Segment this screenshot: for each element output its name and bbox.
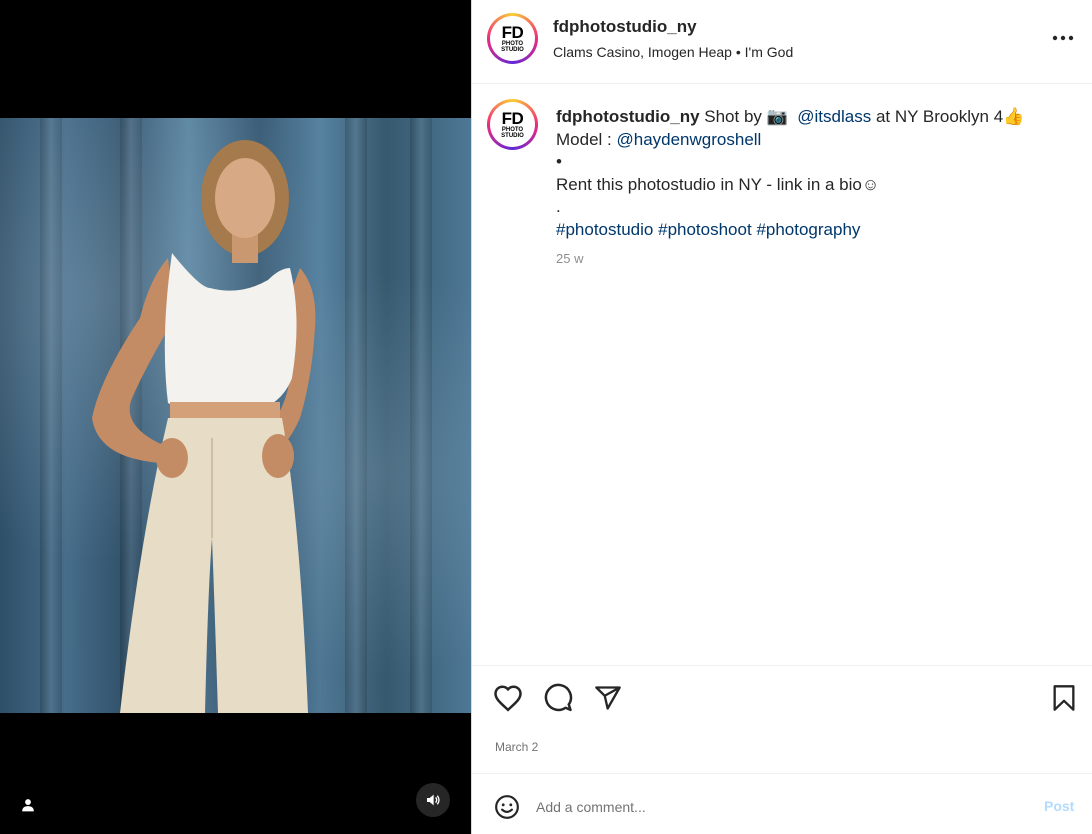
comment-icon bbox=[544, 683, 573, 712]
more-options-button[interactable] bbox=[1048, 26, 1078, 50]
caption-timestamp[interactable]: 25 w bbox=[556, 251, 583, 266]
user-icon bbox=[22, 799, 34, 812]
comment-form: Post bbox=[472, 773, 1092, 834]
post-photo[interactable] bbox=[0, 118, 471, 713]
paper-plane-icon bbox=[595, 686, 621, 710]
hashtag-link[interactable]: #photoshoot bbox=[658, 220, 752, 239]
caption-text-segment: Shot by bbox=[699, 107, 767, 126]
caption-username[interactable]: fdphotostudio_ny bbox=[556, 107, 700, 126]
caption-text-line: Rent this photostudio in NY - link in a … bbox=[556, 174, 880, 194]
caption-text-segment: Model : bbox=[556, 129, 617, 149]
like-button[interactable] bbox=[492, 682, 524, 714]
camera-icon: 📷 bbox=[766, 107, 788, 126]
mention-link[interactable]: @haydenwgroshell bbox=[616, 130, 761, 149]
bookmark-icon bbox=[1053, 685, 1075, 711]
studio-logo: FD PHOTO STUDIO bbox=[492, 18, 533, 59]
audio-toggle-button[interactable] bbox=[416, 783, 450, 817]
caption-avatar[interactable]: FD PHOTO STUDIO bbox=[487, 99, 538, 150]
emoji-button[interactable] bbox=[494, 794, 520, 820]
avatar[interactable]: FD PHOTO STUDIO bbox=[487, 13, 538, 64]
caption-text: fdphotostudio_ny Shot by 📷 @itsdlass at … bbox=[556, 106, 1076, 241]
more-horizontal-icon bbox=[1052, 35, 1074, 41]
hashtag-link[interactable]: #photography bbox=[756, 220, 860, 239]
caption-text-segment: at NY Brooklyn 4👍 bbox=[871, 107, 1025, 126]
comment-button[interactable] bbox=[542, 682, 574, 714]
model-figure bbox=[92, 140, 316, 713]
comment-input[interactable] bbox=[536, 796, 1016, 818]
post-date[interactable]: March 2 bbox=[495, 740, 538, 754]
tagged-users-button[interactable] bbox=[11, 788, 45, 822]
username-link[interactable]: fdphotostudio_ny bbox=[553, 17, 697, 37]
caption-dot: . bbox=[556, 197, 561, 216]
post-side-panel: FD PHOTO STUDIO fdphotostudio_ny Clams C… bbox=[471, 0, 1092, 834]
action-bar: March 2 bbox=[472, 665, 1092, 773]
post-comment-button[interactable]: Post bbox=[1044, 798, 1074, 814]
audio-track-link[interactable]: Clams Casino, Imogen Heap • I'm God bbox=[553, 44, 793, 60]
studio-logo: FD PHOTO STUDIO bbox=[492, 104, 533, 145]
post-media[interactable] bbox=[0, 0, 471, 834]
hashtag-link[interactable]: #photostudio bbox=[556, 220, 653, 239]
save-button[interactable] bbox=[1048, 682, 1080, 714]
heart-icon bbox=[494, 685, 522, 712]
share-button[interactable] bbox=[592, 682, 624, 714]
mention-link[interactable]: @itsdlass bbox=[797, 107, 871, 126]
smiley-icon bbox=[495, 795, 519, 819]
post-header: FD PHOTO STUDIO fdphotostudio_ny Clams C… bbox=[472, 0, 1092, 84]
caption-bullet: • bbox=[556, 152, 562, 171]
speaker-icon bbox=[427, 794, 440, 806]
